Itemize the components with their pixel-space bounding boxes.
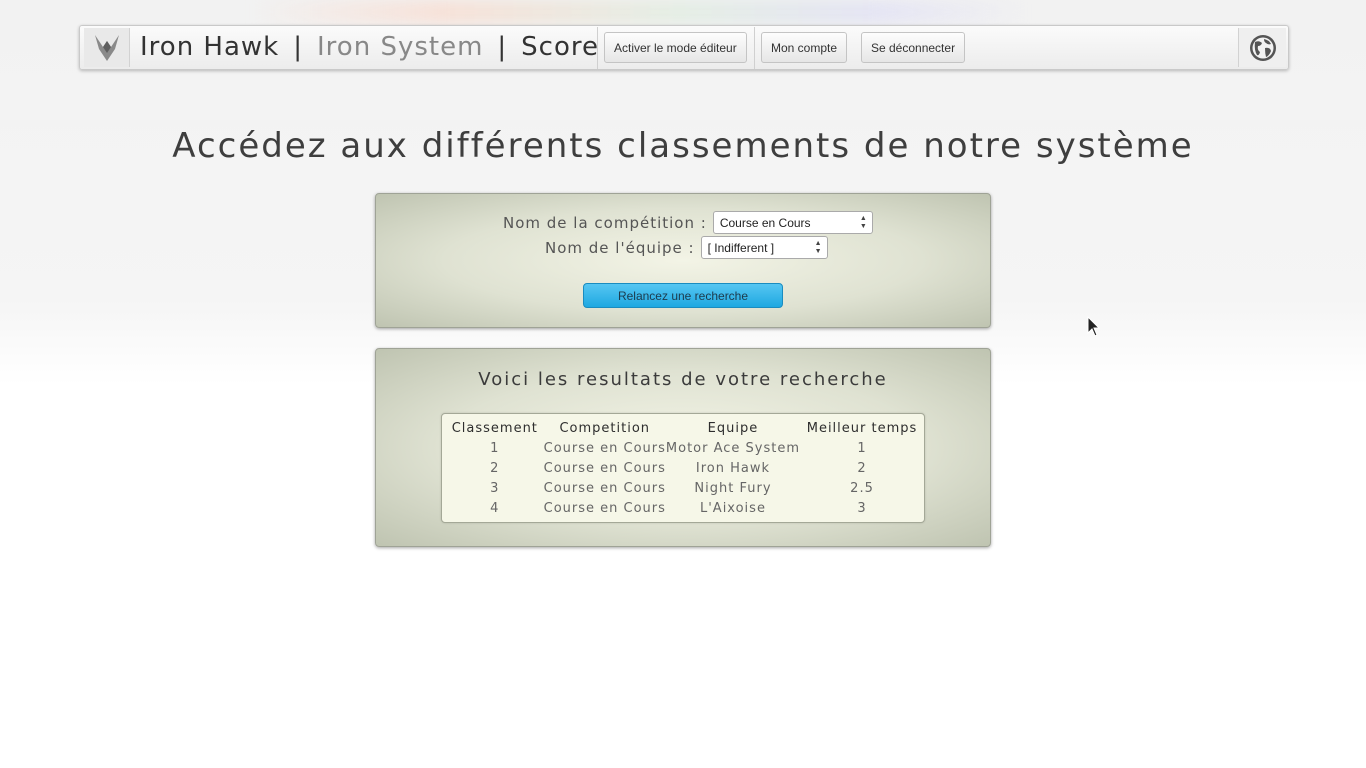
brand-separator: |	[293, 32, 304, 62]
competition-label: Nom de la compétition :	[503, 213, 707, 232]
table-row: 2 Course en Cours Iron Hawk 2	[446, 458, 924, 478]
logout-button[interactable]: Se déconnecter	[861, 32, 966, 63]
team-cell: L'Aixoise	[699, 500, 766, 516]
brand-secondary[interactable]: Iron System	[317, 32, 483, 62]
nav-divider	[754, 27, 755, 69]
results-table-container: Classement Competition Equipe Meilleur t…	[441, 413, 925, 523]
column-header: Equipe	[707, 420, 759, 436]
rank-cell: 1	[490, 440, 500, 456]
globe-icon	[1249, 34, 1276, 61]
results-title: Voici les resultats de votre recherche	[478, 369, 888, 390]
time-cell: 1	[857, 440, 867, 456]
select-arrows-icon: ▲ ▼	[814, 240, 822, 255]
time-cell: 2	[857, 460, 867, 476]
column-header: Meilleur temps	[806, 420, 918, 436]
search-panel: Nom de la compétition : Course en Cours …	[375, 193, 991, 328]
team-cell: Motor Ace System	[665, 440, 801, 456]
language-button[interactable]	[1238, 28, 1286, 67]
team-label: Nom de l'équipe :	[545, 238, 695, 257]
results-panel: Voici les resultats de votre recherche C…	[375, 348, 991, 547]
team-cell: Night Fury	[694, 480, 772, 496]
search-button[interactable]: Relancez une recherche	[583, 283, 783, 308]
editor-mode-button[interactable]: Activer le mode éditeur	[604, 32, 747, 63]
top-decoration	[250, 0, 1030, 24]
brand-primary[interactable]: Iron Hawk	[140, 32, 279, 62]
logo[interactable]	[84, 28, 130, 67]
column-header: Competition	[559, 420, 651, 436]
team-select[interactable]: [ Indifferent ] ▲ ▼	[700, 236, 828, 259]
competition-cell: Course en Cours	[543, 480, 666, 496]
competition-value: Course en Cours	[719, 215, 811, 230]
table-row: 4 Course en Cours L'Aixoise 3	[446, 498, 924, 518]
page-title: Accédez aux différents classements de no…	[172, 126, 1194, 166]
competition-cell: Course en Cours	[543, 440, 666, 456]
results-table: Classement Competition Equipe Meilleur t…	[446, 418, 924, 518]
mouse-cursor-icon	[1087, 316, 1101, 337]
nav-divider	[597, 27, 598, 69]
brand-separator: |	[497, 32, 508, 62]
brand-section[interactable]: Score	[521, 32, 599, 62]
column-header: Classement	[451, 420, 538, 436]
hawk-logo-icon	[94, 34, 119, 61]
team-value: [ Indifferent ]	[707, 240, 775, 255]
rank-cell: 4	[490, 500, 500, 516]
table-header-row: Classement Competition Equipe Meilleur t…	[446, 418, 924, 438]
time-cell: 3	[857, 500, 867, 516]
rank-cell: 3	[490, 480, 500, 496]
competition-select[interactable]: Course en Cours ▲ ▼	[712, 211, 873, 234]
team-cell: Iron Hawk	[695, 460, 771, 476]
select-arrows-icon: ▲ ▼	[859, 215, 867, 230]
navbar: Iron Hawk | Iron System | Score Activer le m…	[79, 25, 1289, 70]
table-row: 3 Course en Cours Night Fury 2.5	[446, 478, 924, 498]
rank-cell: 2	[490, 460, 500, 476]
table-row: 1 Course en Cours Motor Ace System 1	[446, 438, 924, 458]
competition-cell: Course en Cours	[543, 500, 666, 516]
account-button[interactable]: Mon compte	[761, 32, 848, 63]
competition-cell: Course en Cours	[543, 460, 666, 476]
team-row: Nom de l'équipe : [ Indifferent ] ▲ ▼	[545, 236, 828, 259]
time-cell: 2.5	[850, 480, 874, 496]
brand-title: Iron Hawk | Iron System | Score	[140, 32, 599, 66]
competition-row: Nom de la compétition : Course en Cours …	[503, 211, 873, 234]
